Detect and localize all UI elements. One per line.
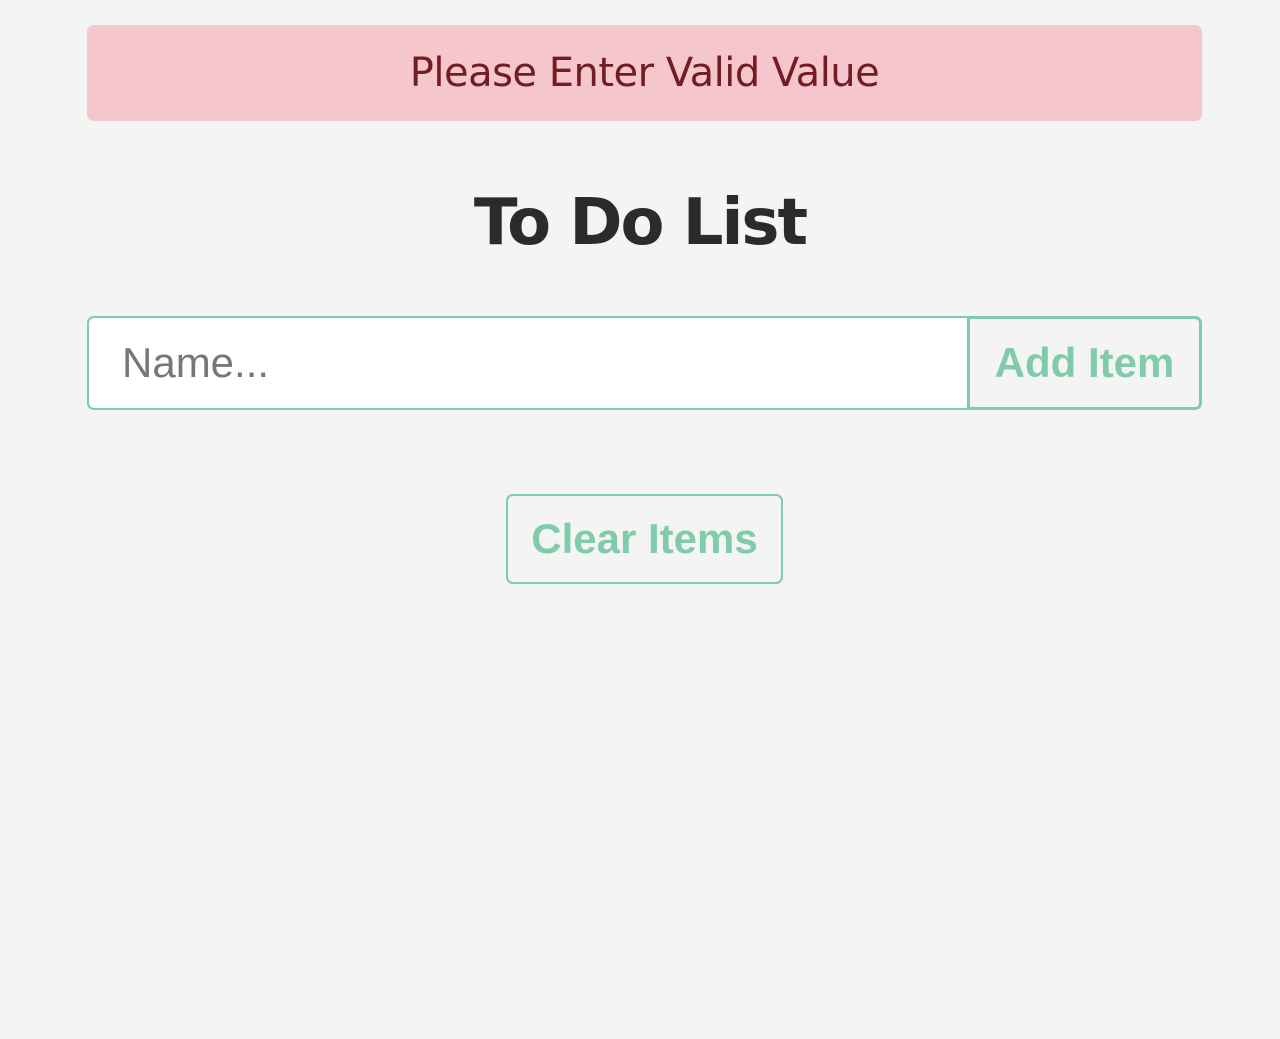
add-item-form: Add Item — [87, 316, 1202, 410]
name-input[interactable] — [87, 316, 967, 410]
clear-items-button[interactable]: Clear Items — [506, 494, 783, 584]
page-title: To Do List — [473, 186, 808, 260]
add-item-button[interactable]: Add Item — [967, 316, 1202, 410]
error-alert: Please Enter Valid Value — [87, 25, 1202, 121]
alert-message: Please Enter Valid Value — [409, 50, 880, 96]
